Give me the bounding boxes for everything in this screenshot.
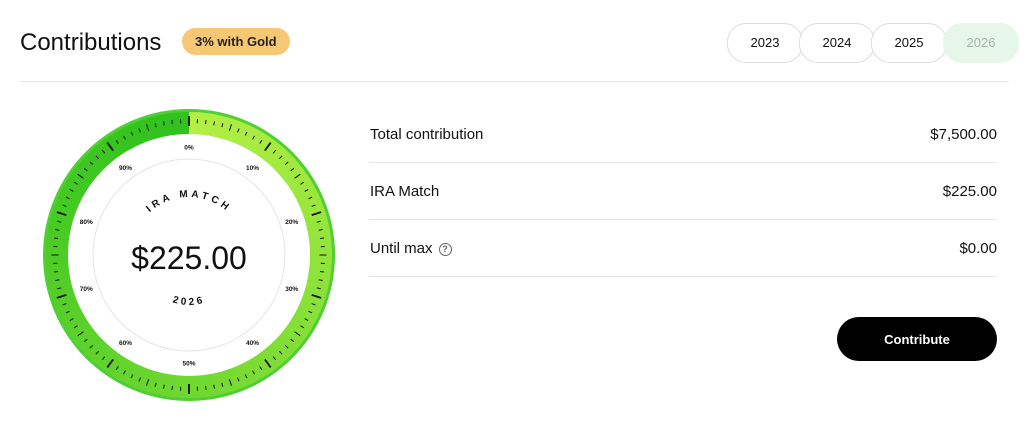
dial-percent-label: 50% (182, 361, 195, 368)
header-divider (20, 81, 1009, 82)
dial-tick (54, 271, 59, 273)
dial-percent-label: 80% (80, 219, 93, 226)
dial-tick (171, 120, 173, 125)
gold-match-badge: 3% with Gold (182, 28, 290, 55)
dial-amount: $225.00 (131, 240, 247, 276)
year-2026-button[interactable]: 2026 (943, 23, 1019, 63)
dial-percent-label: 20% (285, 219, 298, 226)
contribute-button[interactable]: Contribute (837, 317, 997, 361)
dial-remainder-segment (162, 112, 189, 137)
dial-percent-label: 40% (246, 340, 259, 347)
dial-percent-label: 10% (246, 165, 259, 172)
year-selector: 2023 2024 2025 2026 (727, 23, 1019, 63)
until-max-label-group: Until max? (370, 240, 452, 257)
dial-progress-segment (46, 252, 69, 261)
summary-row-ira-match: IRA Match $225.00 (369, 163, 997, 220)
total-contribution-label: Total contribution (370, 126, 484, 143)
dial-percent-label: 60% (119, 340, 132, 347)
year-2024-button[interactable]: 2024 (799, 23, 875, 63)
dial-tick (205, 385, 207, 390)
dial-tick (171, 385, 173, 390)
dial-tick (319, 237, 324, 239)
dial-percent-label: 0% (184, 145, 194, 152)
until-max-value: $0.00 (959, 240, 997, 257)
contributions-header: Contributions 3% with Gold 2023 2024 202… (20, 23, 1019, 63)
ira-match-dial: 0%10%20%30%40%50%60%70%80%90% IRA MATCH … (43, 109, 335, 401)
dial-percent-label: 30% (285, 286, 298, 293)
total-contribution-value: $7,500.00 (930, 126, 997, 143)
dial-percent-label: 70% (80, 286, 93, 293)
until-max-label: Until max (370, 240, 433, 257)
dial-percent-label: 90% (119, 165, 132, 172)
summary-row-until-max: Until max? $0.00 (369, 220, 997, 277)
year-2025-button[interactable]: 2025 (871, 23, 947, 63)
dial-tick (205, 120, 207, 125)
ira-match-label: IRA Match (370, 183, 440, 200)
dial-tick (54, 237, 59, 239)
page-title: Contributions (20, 29, 162, 56)
contribution-summary: Total contribution $7,500.00 IRA Match $… (369, 106, 997, 277)
question-circle-icon[interactable]: ? (438, 243, 452, 256)
summary-row-total-contribution: Total contribution $7,500.00 (369, 106, 997, 163)
ira-match-value: $225.00 (942, 183, 997, 200)
year-2023-button[interactable]: 2023 (727, 23, 803, 63)
dial-tick (319, 271, 324, 273)
